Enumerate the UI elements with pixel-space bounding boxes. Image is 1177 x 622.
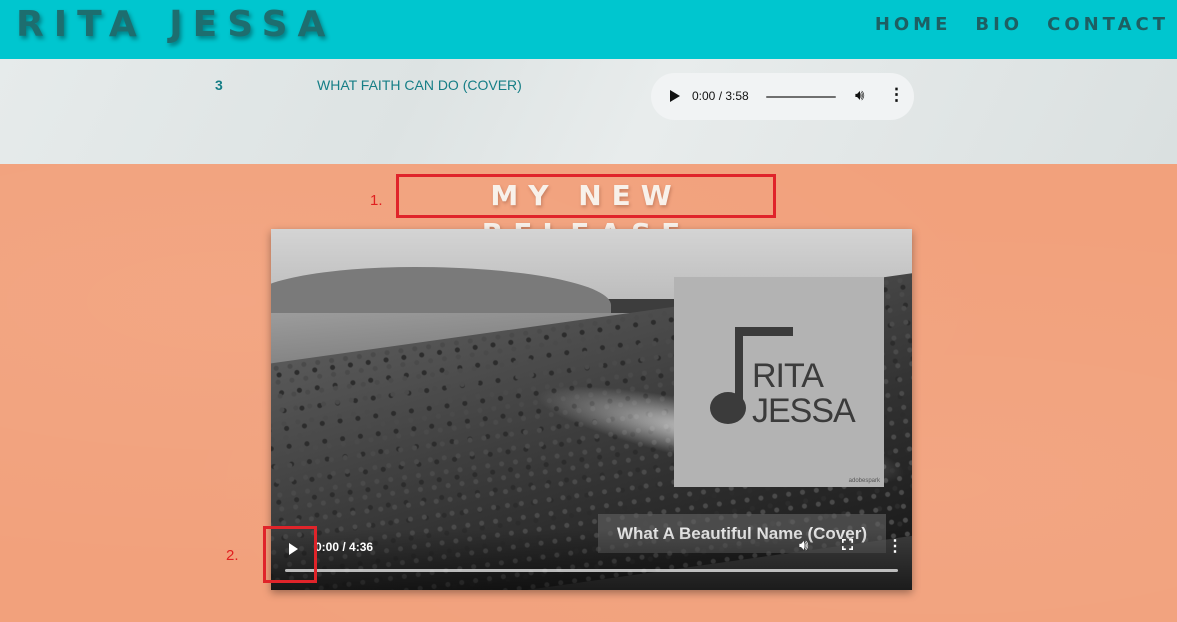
release-title-highlight: MY NEW RELEASE [396,174,776,250]
video-controls: 0:00 / 4:36 🔊︎ ⋮ [271,529,912,590]
site-header: RITA JESSA HOME BIO CONTACT [0,0,1177,59]
audio-time: 0:00 / 3:58 [692,89,749,103]
nav-bio[interactable]: BIO [975,14,1023,35]
site-logo[interactable]: RITA JESSA [16,4,335,45]
nav-home[interactable]: HOME [875,14,952,35]
video-more-icon[interactable]: ⋮ [887,536,903,556]
nav-contact[interactable]: CONTACT [1047,14,1169,35]
music-note-head [710,392,746,424]
video-time: 0:00 / 4:36 [315,540,374,554]
cover-logo-line1: RITA [752,357,824,395]
audio-volume-icon[interactable]: 🔊︎ [855,87,864,104]
track-number: 3 [215,77,223,93]
audio-play-icon[interactable] [670,90,680,102]
fullscreen-icon[interactable] [842,539,853,550]
audio-player[interactable]: 0:00 / 3:58 🔊︎ ⋮ [651,73,914,120]
audio-progress-bar[interactable] [766,96,836,98]
music-note-flag [735,327,793,336]
audio-more-icon[interactable]: ⋮ [888,85,905,105]
track-title: WHAT FAITH CAN DO (COVER) [317,77,522,93]
annotation-label-1: 1. [370,192,383,209]
main-nav: HOME BIO CONTACT [875,14,1169,35]
new-release-section: 1. MY NEW RELEASE 2. RITA JESSA adobespa… [0,164,1177,622]
album-cover: RITA JESSA adobespark [674,277,884,487]
track-list-row: 3 WHAT FAITH CAN DO (COVER) 0:00 / 3:58 … [0,59,1177,164]
video-player[interactable]: RITA JESSA adobespark What A Beautiful N… [271,229,912,590]
cover-logo-line2: JESSA [752,392,856,430]
video-volume-icon[interactable]: 🔊︎ [799,537,808,554]
play-button-highlight [263,526,317,583]
cover-watermark: adobespark [848,478,880,484]
video-progress-bar[interactable] [285,569,898,572]
annotation-label-2: 2. [226,547,239,564]
